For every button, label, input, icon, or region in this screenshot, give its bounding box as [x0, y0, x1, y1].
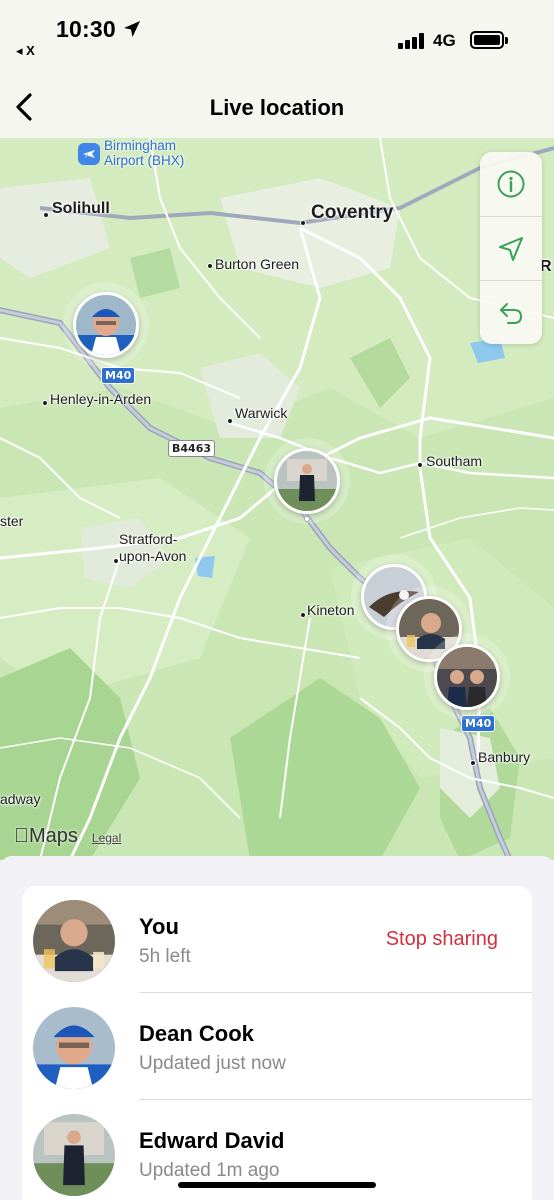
contact-status: Updated 1m ago [139, 1160, 280, 1181]
map-view[interactable]: Birmingham Airport (BHX) Solihull Covent… [0, 138, 554, 860]
status-bar: 10:30 ◂ X 4G [0, 0, 554, 78]
place-dot [42, 400, 48, 406]
place-banbury[interactable]: Banbury [478, 749, 530, 766]
legal-link[interactable]: Legal [92, 831, 121, 845]
place-dot [207, 263, 213, 269]
place-warwick[interactable]: Warwick [235, 405, 287, 422]
edward-david-avatar-photo [33, 1114, 115, 1196]
maps-logo-text: Maps [14, 825, 78, 847]
road-shield-b4463: B4463 [168, 440, 215, 457]
contact-name: You [139, 914, 179, 939]
place-dot [417, 462, 423, 468]
return-icon [500, 302, 523, 324]
map-attribution: Maps Legal [14, 825, 121, 848]
place-edge-adway: adway [0, 791, 41, 807]
info-icon [497, 170, 525, 198]
location-pin-edward-david[interactable] [274, 448, 340, 514]
you-avatar-photo [33, 900, 115, 982]
battery-icon [470, 31, 508, 49]
group-photo [437, 647, 497, 707]
airport-name: Birmingham Airport (BHX) [104, 138, 184, 168]
contact-row-you[interactable]: You 5h left Stop sharing [22, 886, 532, 993]
place-solihull[interactable]: Solihull [52, 200, 110, 217]
apple-logo-icon:  [14, 825, 29, 847]
location-pin-group-2[interactable] [434, 644, 500, 710]
cellular-signal-icon [398, 33, 426, 49]
airport-label[interactable]: Birmingham Airport (BHX) [78, 138, 184, 168]
location-pin-dean-cook[interactable] [73, 292, 139, 358]
road-shield-m40: M40 [461, 715, 496, 732]
place-dot [470, 760, 476, 766]
contact-name: Edward David [139, 1128, 285, 1153]
status-time: 10:30 [56, 16, 116, 42]
airplane-icon [78, 143, 100, 165]
stop-sharing-button[interactable]: Stop sharing [386, 928, 498, 951]
airport-name-line2: Airport (BHX) [104, 153, 185, 168]
contact-status: Updated just now [139, 1053, 286, 1074]
contact-row-dean-cook[interactable]: Dean Cook Updated just now [22, 993, 532, 1100]
place-henley[interactable]: Henley-in-Arden [50, 391, 151, 408]
place-stratford-line1: Stratford- [119, 531, 178, 547]
place-southam[interactable]: Southam [426, 453, 482, 470]
map-locate-button[interactable] [480, 216, 542, 280]
network-type: 4G [433, 31, 456, 50]
avatar [33, 1007, 115, 1089]
place-burton-green[interactable]: Burton Green [215, 256, 299, 273]
dean-cook-photo [76, 295, 136, 355]
place-kineton[interactable]: Kineton [307, 602, 354, 619]
place-dot [300, 612, 306, 618]
place-coventry[interactable]: Coventry [311, 203, 393, 222]
dean-cook-avatar-photo [33, 1007, 115, 1089]
road-shield-m40: M40 [101, 367, 136, 384]
edward-david-photo [277, 451, 337, 511]
apple-maps-logo: Maps [14, 825, 78, 848]
place-dot [43, 212, 49, 218]
contact-status: 5h left [139, 946, 191, 967]
pin-anchor [304, 516, 310, 522]
home-indicator[interactable] [178, 1182, 376, 1188]
place-stratford-line2: upon-Avon [119, 548, 187, 564]
map-terrain [0, 138, 554, 860]
place-edge-ster: ster [0, 513, 24, 529]
navigation-bar: Live location [0, 78, 554, 138]
map-info-button[interactable] [480, 152, 542, 216]
contacts-card: You 5h left Stop sharing Dean Cook Updat… [22, 886, 532, 1200]
place-stratford[interactable]: Stratford- upon-Avon [119, 531, 186, 565]
contacts-sheet: You 5h left Stop sharing Dean Cook Updat… [0, 856, 554, 1200]
location-arrow-icon [124, 21, 140, 37]
avatar [33, 900, 115, 982]
airport-name-line1: Birmingham [104, 138, 177, 153]
page-title: Live location [209, 95, 345, 120]
avatar [33, 1114, 115, 1196]
map-controls [480, 152, 542, 344]
place-dot [227, 418, 233, 424]
place-dot [300, 220, 306, 226]
contact-name: Dean Cook [139, 1021, 254, 1046]
map-recenter-button[interactable] [480, 280, 542, 344]
location-arrow-icon [499, 236, 523, 261]
back-to-app-link[interactable]: ◂ X [16, 43, 35, 59]
